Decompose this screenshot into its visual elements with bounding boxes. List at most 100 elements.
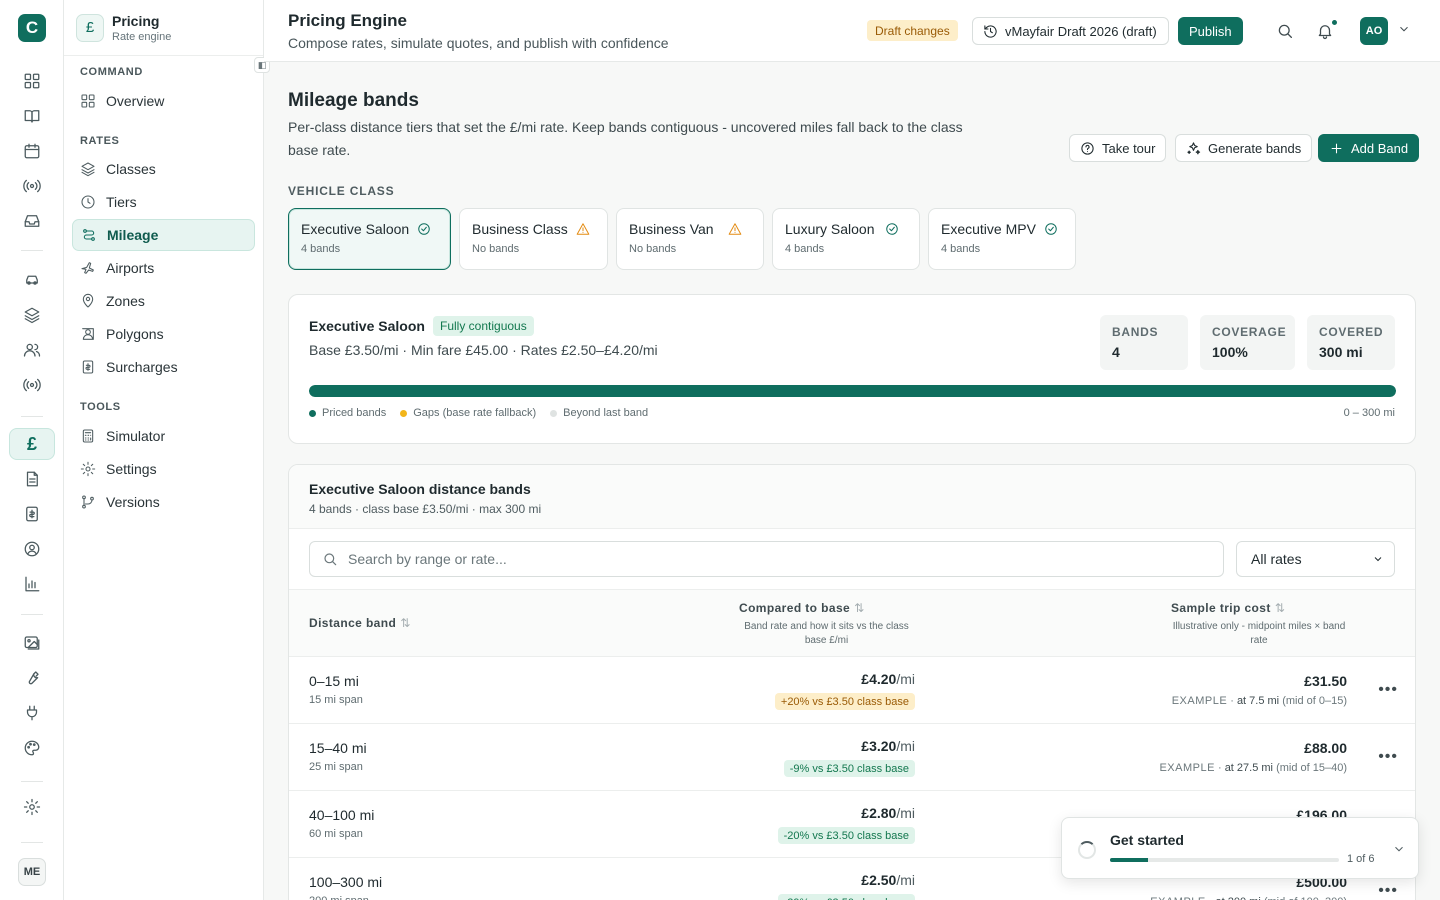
sidebar-item-label: Airports [106, 260, 155, 276]
vehicle-class-name: Business Class [472, 221, 568, 237]
sidebar-item-zones[interactable]: Zones [72, 285, 255, 317]
sort-icon[interactable]: ⇅ [400, 616, 410, 630]
sidebar-item-mileage[interactable]: Mileage [72, 219, 255, 251]
publish-button[interactable]: Publish [1178, 17, 1243, 45]
document-icon[interactable] [18, 465, 46, 493]
invoice-icon[interactable] [18, 500, 46, 528]
example-at: at 200 mi [1216, 896, 1261, 900]
settings-icon[interactable] [18, 793, 46, 821]
compare-badge: +20% vs £3.50 class base [774, 693, 915, 710]
generate-bands-button[interactable]: Generate bands [1175, 134, 1313, 162]
vehicle-class-card-executive-saloon[interactable]: Executive Saloon 4 bands [288, 208, 451, 270]
app-title: Pricing Engine [288, 11, 408, 30]
column-header-compare[interactable]: Compared to base ⇅ [739, 601, 865, 615]
get-started-panel[interactable]: Get started 1 of 6 [1061, 817, 1419, 879]
sample-trip-cost: £31.50 [1304, 673, 1347, 689]
palette-icon[interactable] [18, 734, 46, 762]
vehicle-class-card-business-van[interactable]: Business Van No bands [616, 208, 764, 270]
more-actions-icon[interactable]: ••• [1378, 748, 1398, 766]
search-icon[interactable] [1274, 20, 1296, 42]
sort-icon[interactable]: ⇅ [854, 601, 864, 615]
band-rate: £2.80/mi [861, 805, 915, 821]
plug-icon[interactable] [18, 699, 46, 727]
take-tour-button[interactable]: Take tour [1069, 134, 1167, 162]
sidebar-item-tiers[interactable]: Tiers [72, 186, 255, 218]
search-input[interactable] [348, 551, 1198, 567]
band-rate: £4.20/mi [861, 671, 915, 687]
column-header-cost[interactable]: Sample trip cost ⇅ [1171, 601, 1285, 615]
version-selector-button[interactable]: vMayfair Draft 2026 (draft) [972, 17, 1169, 45]
stat-bands: BANDS 4 [1100, 315, 1188, 370]
vehicle-class-card-executive-mpv[interactable]: Executive MPV 4 bands [928, 208, 1076, 270]
bar-chart-icon[interactable] [18, 570, 46, 598]
user-avatar[interactable]: ME [18, 858, 46, 886]
table-row[interactable]: 0–15 mi 15 mi span £4.20/mi +20% vs £3.50 c… [289, 657, 1415, 724]
pound-icon: £ [76, 13, 104, 42]
more-actions-icon[interactable]: ••• [1378, 681, 1398, 699]
band-rate: £3.20/mi [861, 738, 915, 754]
band-span: 60 mi span [309, 828, 363, 840]
column-headers: Distance band ⇅ Compared to base ⇅ Band ra… [289, 589, 1415, 657]
sample-trip-example: EXAMPLE · at 27.5 mi (mid of 15–40) [1159, 762, 1347, 774]
table-row[interactable]: 15–40 mi 25 mi span £3.20/mi -9% vs £3.50 c… [289, 724, 1415, 791]
chevron-down-icon[interactable] [1392, 842, 1406, 861]
user-circle-icon[interactable] [18, 535, 46, 563]
rate-unit: /mi [896, 805, 915, 821]
pound-icon[interactable]: £ [9, 428, 55, 460]
band-range: 15–40 mi [309, 740, 367, 756]
band-range: 0–15 mi [309, 673, 359, 689]
sidebar-item-classes[interactable]: Classes [72, 153, 255, 185]
search-field[interactable] [309, 541, 1224, 577]
car-icon[interactable] [18, 266, 46, 294]
column-header-band[interactable]: Distance band ⇅ [309, 616, 411, 630]
stat-covered: COVERED 300 mi [1307, 315, 1395, 370]
add-band-button[interactable]: Add Band [1318, 134, 1420, 162]
page-description: Per-class distance tiers that set the £/… [288, 119, 963, 158]
summary-meta: Base £3.50/mi · Min fare £45.00 · Rates … [309, 342, 658, 358]
column-header-label: Sample trip cost [1171, 601, 1271, 615]
stat-coverage: COVERAGE 100% [1200, 315, 1295, 370]
sort-icon[interactable]: ⇅ [1275, 601, 1285, 615]
help-circle-icon [1081, 141, 1094, 155]
image-icon[interactable] [18, 629, 46, 657]
rate-filter-select[interactable]: All rates [1236, 541, 1395, 577]
vehicle-class-card-luxury-saloon[interactable]: Luxury Saloon 4 bands [772, 208, 920, 270]
account-avatar[interactable]: AO [1360, 17, 1388, 45]
book-icon[interactable] [18, 102, 46, 130]
chevron-down-icon [1374, 557, 1382, 562]
dashboard-icon[interactable] [18, 67, 46, 95]
warning-icon [728, 223, 741, 235]
vehicle-class-bands: 4 bands [941, 243, 981, 255]
calendar-icon[interactable] [18, 137, 46, 165]
take-tour-label: Take tour [1102, 140, 1156, 156]
stat-value: 300 mi [1319, 344, 1363, 360]
chevron-down-icon[interactable] [1397, 22, 1411, 41]
stat-value: 100% [1212, 344, 1248, 360]
wrench-icon[interactable] [18, 664, 46, 692]
layers-icon[interactable] [18, 301, 46, 329]
broadcast-icon[interactable] [18, 172, 46, 200]
sidebar-item-surcharges[interactable]: Surcharges [72, 351, 255, 383]
app-logo[interactable]: C [18, 14, 46, 42]
table-title: Executive Saloon distance bands [309, 481, 531, 497]
radio-icon[interactable] [18, 371, 46, 399]
progress-spinner-icon [1078, 841, 1096, 859]
side-nav-subtitle: Rate engine [112, 30, 172, 43]
sidebar-item-overview[interactable]: Overview [72, 85, 255, 117]
users-icon[interactable] [18, 336, 46, 364]
notification-dot [1331, 19, 1338, 26]
vehicle-class-name: Executive Saloon [301, 221, 410, 237]
sidebar-item-versions[interactable]: Versions [72, 486, 255, 518]
sidebar-item-simulator[interactable]: Simulator [72, 420, 255, 452]
coverage-range-label: 0 – 300 mi [1343, 407, 1395, 419]
stat-value: 4 [1112, 344, 1120, 360]
sidebar-item-polygons[interactable]: Polygons [72, 318, 255, 350]
sidebar-item-settings[interactable]: Settings [72, 453, 255, 485]
column-subtitle-compare: Band rate and how it sits vs the class b… [744, 621, 909, 646]
vehicle-class-card-business-class[interactable]: Business Class No bands [459, 208, 608, 270]
sidebar-item-label: Versions [106, 494, 160, 510]
inbox-icon[interactable] [18, 207, 46, 235]
sidebar-item-airports[interactable]: Airports [72, 252, 255, 284]
get-started-progress-fill [1110, 858, 1149, 862]
more-actions-icon[interactable]: ••• [1378, 882, 1398, 900]
